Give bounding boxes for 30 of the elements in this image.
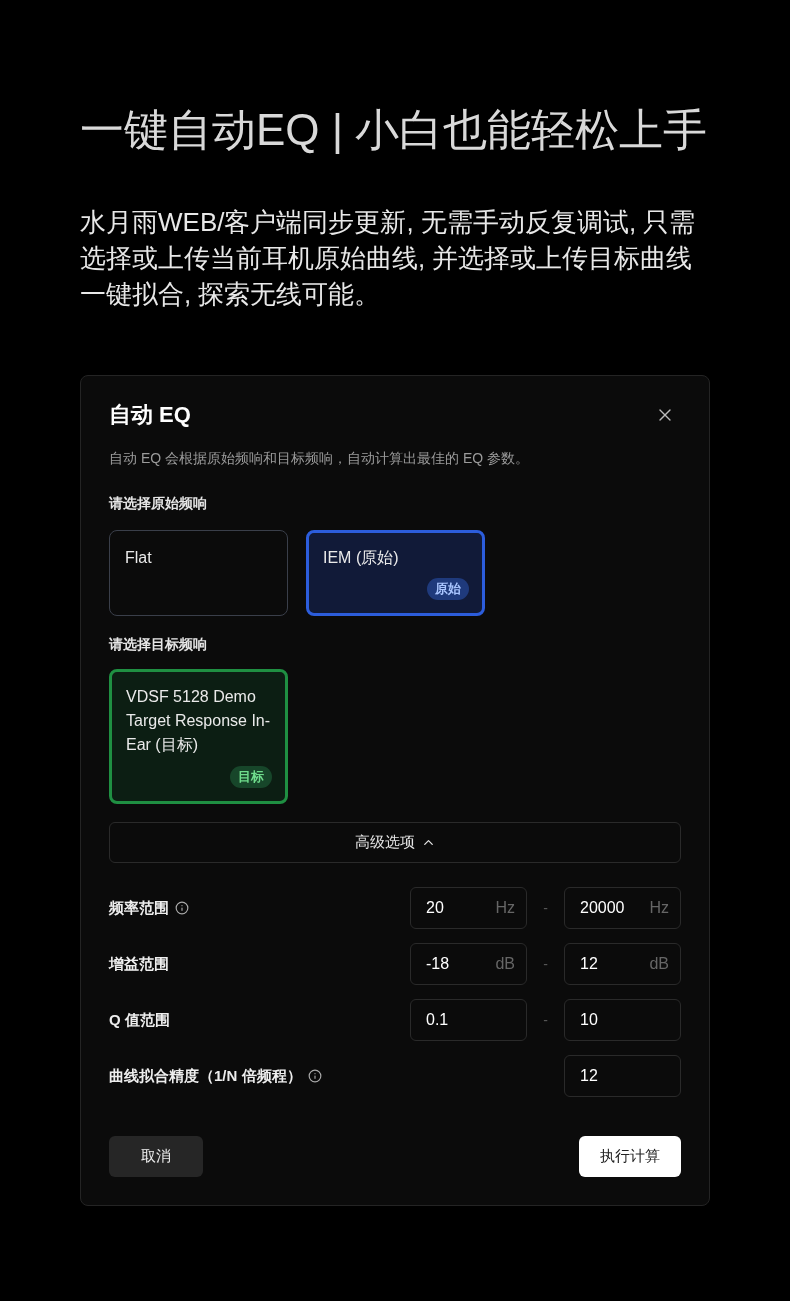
setting-label: 频率范围	[109, 898, 169, 918]
setting-label: Q 值范围	[109, 1010, 170, 1030]
page-headline: 一键自动EQ | 小白也能轻松上手	[80, 104, 708, 156]
section-label: 请选择目标频响	[109, 635, 208, 654]
intro-paragraph: 水月雨WEB/客户端同步更新, 无需手动反复调试, 只需选择或上传当前耳机原始曲线, 并选择或上传目标曲线一键拟合, 探索无线可能。	[80, 206, 697, 311]
advanced-options-toggle[interactable]: 高级选项	[109, 822, 681, 863]
dialog-description: 自动 EQ 会根据原始频响和目标频响，自动计算出最佳的 EQ 参数。	[109, 449, 530, 468]
info-icon[interactable]	[307, 1069, 322, 1083]
section-label: 请选择原始频响	[109, 494, 208, 513]
info-icon[interactable]	[175, 901, 189, 915]
curve-option[interactable]: IEM (原始) 原始	[306, 530, 485, 616]
setting-label: 曲线拟合精度（1/N 倍频程）	[109, 1066, 302, 1086]
number-field[interactable]: 0.1	[410, 999, 527, 1041]
number-field[interactable]: 10	[564, 999, 681, 1041]
range-separator: -	[543, 1012, 548, 1028]
cancel-button[interactable]: 取消	[109, 1136, 203, 1177]
range-separator: -	[543, 900, 548, 916]
range-separator: -	[543, 956, 548, 972]
curve-option[interactable]: VDSF 5128 Demo Target Response In-Ear (目标) 目标	[109, 669, 288, 804]
unit-label: dB	[495, 954, 515, 974]
setting-label: 增益范围	[109, 954, 169, 974]
dialog-title: 自动 EQ	[109, 401, 191, 429]
calculate-button[interactable]: 执行计算	[579, 1136, 681, 1177]
unit-label: Hz	[495, 898, 515, 918]
curve-option[interactable]: Flat	[109, 530, 288, 616]
unit-label: dB	[649, 954, 669, 974]
unit-label: Hz	[649, 898, 669, 918]
number-field[interactable]: 12	[564, 1055, 681, 1097]
curve-badge: 目标	[230, 766, 272, 788]
curve-badge: 原始	[427, 578, 469, 600]
